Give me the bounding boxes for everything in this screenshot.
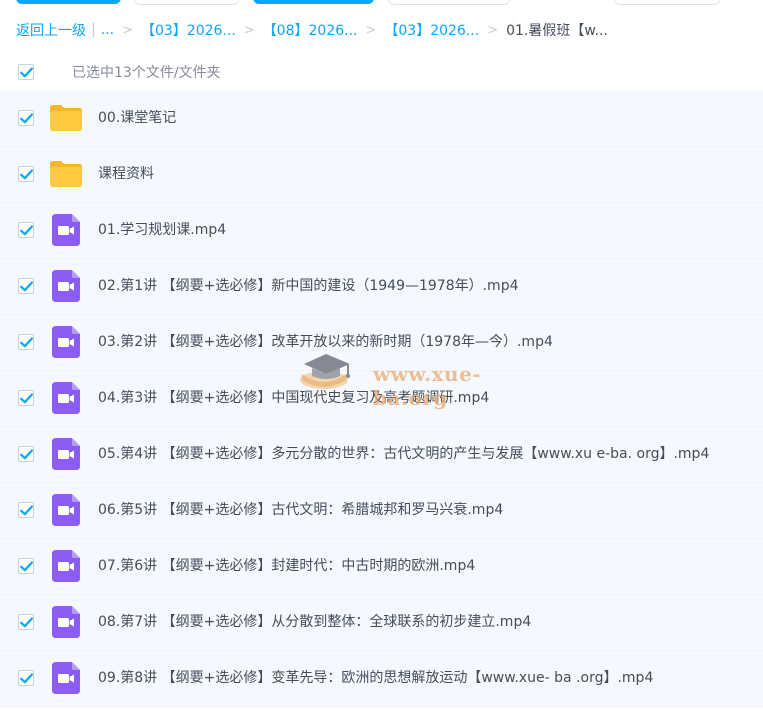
chevron-right-icon: > — [365, 22, 377, 38]
file-row[interactable]: 01.学习规划课.mp4 — [0, 203, 763, 259]
file-row[interactable]: 08.第7讲 【纲要+选必修】从分散到整体：全球联系的初步建立.mp4 — [0, 595, 763, 651]
toolbar-button-tertiary[interactable] — [253, 0, 374, 4]
selection-status: 已选中13个文件/文件夹 — [72, 65, 221, 81]
checkmark-icon — [19, 617, 33, 627]
checkmark-icon — [19, 113, 33, 123]
chevron-right-icon: > — [243, 22, 255, 38]
back-link[interactable]: 返回上一级 — [16, 20, 86, 40]
file-name[interactable]: 课程资料 — [98, 147, 154, 202]
video-icon-wrap — [49, 549, 83, 583]
row-checkbox[interactable] — [18, 222, 34, 238]
file-row[interactable]: 课程资料 — [0, 147, 763, 203]
file-row[interactable]: 02.第1讲 【纲要+选必修】新中国的建设（1949—1978年）.mp4 — [0, 259, 763, 315]
breadcrumb-current: 01.暑假班【w... — [506, 23, 608, 39]
toolbar-button-primary[interactable] — [16, 0, 121, 4]
file-name[interactable]: 03.第2讲 【纲要+选必修】改革开放以来的新时期（1978年—今）.mp4 — [98, 315, 553, 370]
chevron-right-icon: > — [122, 22, 133, 38]
video-icon-wrap — [49, 493, 83, 527]
video-file-icon — [52, 438, 80, 470]
video-file-icon — [52, 326, 80, 358]
breadcrumb-crumb[interactable]: 【08】2026... — [263, 20, 358, 40]
row-checkbox[interactable] — [18, 670, 34, 686]
breadcrumb-crumb[interactable]: 【03】2026... — [141, 20, 236, 40]
row-checkbox[interactable] — [18, 166, 34, 182]
folder-icon — [50, 161, 82, 187]
file-list: 00.课堂笔记 课程资料 01.学习规划课.mp4 02.第1讲 【纲要+选必修】新中… — [0, 91, 763, 707]
file-name[interactable]: 08.第7讲 【纲要+选必修】从分散到整体：全球联系的初步建立.mp4 — [98, 595, 531, 650]
checkmark-icon — [19, 505, 33, 515]
chevron-right-icon: > — [487, 22, 499, 38]
toolbar-button-fifth[interactable] — [614, 0, 720, 5]
file-name[interactable]: 09.第8讲 【纲要+选必修】变革先导：欧洲的思想解放运动【www.xue- b… — [98, 651, 653, 706]
row-checkbox[interactable] — [18, 390, 34, 406]
file-name[interactable]: 01.学习规划课.mp4 — [98, 203, 226, 258]
file-row[interactable]: 00.课堂笔记 — [0, 91, 763, 147]
row-checkbox[interactable] — [18, 446, 34, 462]
file-name[interactable]: 00.课堂笔记 — [98, 91, 176, 146]
checkmark-icon — [19, 337, 33, 347]
checkmark-icon — [19, 67, 33, 77]
row-checkbox[interactable] — [18, 614, 34, 630]
row-checkbox[interactable] — [18, 278, 34, 294]
file-row[interactable]: 09.第8讲 【纲要+选必修】变革先导：欧洲的思想解放运动【www.xue- b… — [0, 651, 763, 707]
toolbar-button-secondary[interactable] — [134, 0, 239, 5]
file-name[interactable]: 02.第1讲 【纲要+选必修】新中国的建设（1949—1978年）.mp4 — [98, 259, 519, 314]
video-file-icon — [52, 662, 80, 694]
checkmark-icon — [19, 393, 33, 403]
video-icon-wrap — [49, 605, 83, 639]
checkmark-icon — [19, 449, 33, 459]
file-name[interactable]: 06.第5讲 【纲要+选必修】古代文明：希腊城邦和罗马兴衰.mp4 — [98, 483, 503, 538]
file-row[interactable]: 03.第2讲 【纲要+选必修】改革开放以来的新时期（1978年—今）.mp4 — [0, 315, 763, 371]
checkmark-icon — [19, 561, 33, 571]
video-icon-wrap — [49, 269, 83, 303]
file-name[interactable]: 04.第3讲 【纲要+选必修】中国现代史复习及高考题调研.mp4 — [98, 371, 489, 426]
folder-icon — [50, 105, 82, 131]
breadcrumb-crumb[interactable]: 【03】2026... — [384, 20, 479, 40]
folder-icon-wrap — [49, 157, 83, 191]
video-file-icon — [52, 214, 80, 246]
video-file-icon — [52, 382, 80, 414]
video-file-icon — [52, 270, 80, 302]
file-name[interactable]: 05.第4讲 【纲要+选必修】多元分散的世界：古代文明的产生与发展【www.xu… — [98, 427, 709, 482]
video-icon-wrap — [49, 325, 83, 359]
breadcrumb-ellipsis[interactable]: ... — [101, 22, 114, 38]
video-icon-wrap — [49, 381, 83, 415]
file-name[interactable]: 07.第6讲 【纲要+选必修】封建时代：中古时期的欧洲.mp4 — [98, 539, 475, 594]
video-icon-wrap — [49, 661, 83, 695]
checkmark-icon — [19, 281, 33, 291]
file-row[interactable]: 04.第3讲 【纲要+选必修】中国现代史复习及高考题调研.mp4 — [0, 371, 763, 427]
video-file-icon — [52, 494, 80, 526]
file-row[interactable]: 05.第4讲 【纲要+选必修】多元分散的世界：古代文明的产生与发展【www.xu… — [0, 427, 763, 483]
breadcrumb: 返回上一级 | ... > 【03】2026... > 【08】2026... … — [16, 18, 608, 42]
checkmark-icon — [19, 225, 33, 235]
toolbar-strip — [0, 0, 763, 6]
row-checkbox[interactable] — [18, 334, 34, 350]
video-icon-wrap — [49, 437, 83, 471]
row-checkbox[interactable] — [18, 558, 34, 574]
select-all-checkbox[interactable] — [18, 64, 34, 80]
breadcrumb-divider: | — [91, 22, 96, 38]
folder-icon-wrap — [49, 101, 83, 135]
select-all-bar: 已选中13个文件/文件夹 — [0, 59, 763, 85]
checkmark-icon — [19, 673, 33, 683]
video-icon-wrap — [49, 213, 83, 247]
row-checkbox[interactable] — [18, 502, 34, 518]
file-row[interactable]: 07.第6讲 【纲要+选必修】封建时代：中古时期的欧洲.mp4 — [0, 539, 763, 595]
video-file-icon — [52, 606, 80, 638]
file-row[interactable]: 06.第5讲 【纲要+选必修】古代文明：希腊城邦和罗马兴衰.mp4 — [0, 483, 763, 539]
checkmark-icon — [19, 169, 33, 179]
toolbar-button-quaternary[interactable] — [388, 0, 510, 5]
video-file-icon — [52, 550, 80, 582]
row-checkbox[interactable] — [18, 110, 34, 126]
